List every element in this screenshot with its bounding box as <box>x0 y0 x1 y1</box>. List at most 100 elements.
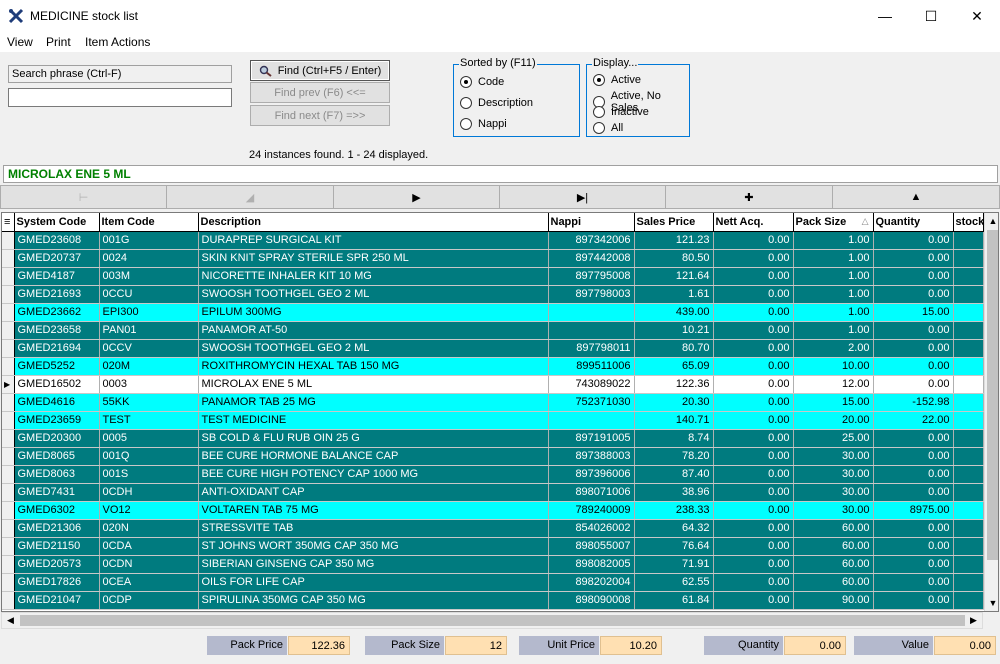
table-row[interactable]: GMED7431 0CDH ANTI-OXIDANT CAP 898071006 38.… <box>2 483 984 502</box>
column-header-quantity[interactable]: Quantity <box>873 213 954 232</box>
row-indicator[interactable] <box>2 519 15 538</box>
row-indicator[interactable] <box>2 321 15 340</box>
table-row[interactable]: GMED21306 020N STRESSVITE TAB 854026002 64.3… <box>2 519 984 538</box>
search-input[interactable] <box>8 88 232 107</box>
table-row[interactable]: GMED4616 55KK PANAMOR TAB 25 MG 752371030 20… <box>2 393 984 412</box>
row-indicator[interactable] <box>2 411 15 430</box>
horizontal-scrollbar[interactable]: ◀ ▶ <box>1 612 983 629</box>
table-row[interactable]: GMED20573 0CDN SIBERIAN GINSENG CAP 350 MG… <box>2 555 984 574</box>
table-row[interactable]: GMED20737 0024 SKIN KNIT SPRAY STERILE SPR… <box>2 249 984 268</box>
table-row[interactable]: GMED21047 0CDP SPIRULINA 350MG CAP 350 MG 8… <box>2 591 984 610</box>
radio-nappi[interactable] <box>460 118 472 130</box>
nav-last-button[interactable]: ▶| <box>499 185 666 209</box>
table-cell: 1.00 <box>793 321 874 340</box>
row-indicator[interactable] <box>2 339 15 358</box>
display-option-all[interactable]: All <box>593 122 623 134</box>
find-next-button[interactable]: Find next (F7) =>> <box>250 105 390 126</box>
column-header-sales-price[interactable]: Sales Price <box>634 213 714 232</box>
display-option-active[interactable]: Active <box>593 74 641 86</box>
radio-inactive[interactable] <box>593 106 605 118</box>
table-row[interactable]: ▶ GMED16502 0003 MICROLAX ENE 5 ML 743089022… <box>2 375 984 394</box>
table-cell: 0.00 <box>713 555 794 574</box>
radio-active[interactable] <box>593 74 605 86</box>
table-row[interactable]: GMED21694 0CCV SWOOSH TOOTHGEL GEO 2 ML 897… <box>2 339 984 358</box>
table-cell: 0005 <box>99 429 199 448</box>
scroll-down-icon[interactable]: ▼ <box>985 595 998 611</box>
row-indicator[interactable] <box>2 231 15 250</box>
table-row[interactable]: GMED23662 EPI300 EPILUM 300MG 439.00 0.00 1.0… <box>2 303 984 322</box>
menu-item-actions[interactable]: Item Actions <box>85 35 150 49</box>
table-cell: 0CCU <box>99 285 199 304</box>
nav-next-button[interactable]: ▶ <box>333 185 500 209</box>
table-row[interactable]: GMED23659 TEST TEST MEDICINE 140.71 0.00 20.0… <box>2 411 984 430</box>
table-cell: 1.00 <box>793 267 874 286</box>
row-indicator[interactable] <box>2 501 15 520</box>
nav-insert-button[interactable]: ✚ <box>665 185 833 209</box>
column-header-stock[interactable]: stock <box>953 213 984 232</box>
sort-option-nappi[interactable]: Nappi <box>460 118 507 130</box>
column-header-system-code[interactable]: System Code <box>14 213 100 232</box>
table-row[interactable]: GMED21150 0CDA ST JOHNS WORT 350MG CAP 350… <box>2 537 984 556</box>
maximize-button[interactable]: ☐ <box>908 0 954 32</box>
row-indicator[interactable] <box>2 591 15 610</box>
table-row[interactable]: GMED20300 0005 SB COLD & FLU RUB OIN 25 G8… <box>2 429 984 448</box>
scroll-right-icon[interactable]: ▶ <box>965 613 982 628</box>
radio-code[interactable] <box>460 76 472 88</box>
row-indicator[interactable] <box>2 393 15 412</box>
column-header-nett-acq[interactable]: Nett Acq. <box>713 213 794 232</box>
sort-option-code[interactable]: Code <box>460 76 504 88</box>
row-indicator[interactable] <box>2 303 15 322</box>
row-indicator[interactable] <box>2 483 15 502</box>
footer-value-value: 0.00 <box>934 636 996 655</box>
nav-prev-button[interactable]: ◢ <box>166 185 334 209</box>
table-row[interactable]: GMED21693 0CCU SWOOSH TOOTHGEL GEO 2 ML 897… <box>2 285 984 304</box>
vertical-scroll-thumb[interactable] <box>987 230 998 560</box>
row-indicator[interactable] <box>2 285 15 304</box>
radio-all[interactable] <box>593 122 605 134</box>
scroll-up-icon[interactable]: ▲ <box>985 213 998 229</box>
scroll-left-icon[interactable]: ◀ <box>2 613 19 628</box>
column-indicator-header[interactable]: ≡ <box>2 213 15 232</box>
table-row[interactable]: GMED6302 VO12 VOLTAREN TAB 75 MG 789240009 2… <box>2 501 984 520</box>
menu-view[interactable]: View <box>7 35 33 49</box>
row-indicator[interactable] <box>2 555 15 574</box>
table-row[interactable]: GMED23608 001G DURAPREP SURGICAL KIT 897342… <box>2 231 984 250</box>
table-row[interactable]: GMED17826 0CEA OILS FOR LIFE CAP 898202004 6… <box>2 573 984 592</box>
row-indicator[interactable] <box>2 267 15 286</box>
horizontal-scroll-thumb[interactable] <box>20 615 965 626</box>
vertical-scrollbar[interactable]: ▲ ▼ <box>984 213 998 611</box>
table-row[interactable]: GMED8065 001Q BEE CURE HORMONE BALANCE CAP… <box>2 447 984 466</box>
row-indicator[interactable] <box>2 249 15 268</box>
minimize-button[interactable]: — <box>862 0 908 32</box>
row-indicator[interactable] <box>2 465 15 484</box>
table-row[interactable]: GMED4187 003M NICORETTE INHALER KIT 10 MG 8… <box>2 267 984 286</box>
nav-up-button[interactable]: ▲ <box>832 185 1000 209</box>
menu-print[interactable]: Print <box>46 35 71 49</box>
close-button[interactable]: ✕ <box>954 0 1000 32</box>
table-cell: 0.00 <box>873 465 954 484</box>
table-cell: 15.00 <box>793 393 874 412</box>
row-indicator[interactable] <box>2 537 15 556</box>
row-indicator[interactable] <box>2 357 15 376</box>
nav-first-button[interactable]: ⊢ <box>0 185 167 209</box>
table-row[interactable]: GMED23658 PAN01 PANAMOR AT-50 10.21 0.00 1.00… <box>2 321 984 340</box>
find-prev-button[interactable]: Find prev (F6) <<= <box>250 82 390 103</box>
column-header-nappi[interactable]: Nappi <box>548 213 635 232</box>
menu-bar: View Print Item Actions <box>0 32 1000 52</box>
sort-option-description[interactable]: Description <box>460 97 533 109</box>
table-row[interactable]: GMED8063 001S BEE CURE HIGH POTENCY CAP 10… <box>2 465 984 484</box>
find-button[interactable]: Find (Ctrl+F5 / Enter) <box>250 60 390 81</box>
row-indicator[interactable] <box>2 573 15 592</box>
row-indicator[interactable] <box>2 447 15 466</box>
row-indicator[interactable] <box>2 429 15 448</box>
table-cell: 0.00 <box>873 375 954 394</box>
table-row[interactable]: GMED5252 020M ROXITHROMYCIN HEXAL TAB 150 … <box>2 357 984 376</box>
stock-grid[interactable]: ≡ System Code Item Code Description Napp… <box>1 212 999 612</box>
table-cell: 1.00 <box>793 285 874 304</box>
column-header-description[interactable]: Description <box>198 213 549 232</box>
column-header-pack-size[interactable]: Pack Size △ <box>793 213 874 232</box>
display-option-inactive[interactable]: Inactive <box>593 106 649 118</box>
column-header-item-code[interactable]: Item Code <box>99 213 199 232</box>
row-indicator[interactable]: ▶ <box>2 375 15 394</box>
radio-description[interactable] <box>460 97 472 109</box>
